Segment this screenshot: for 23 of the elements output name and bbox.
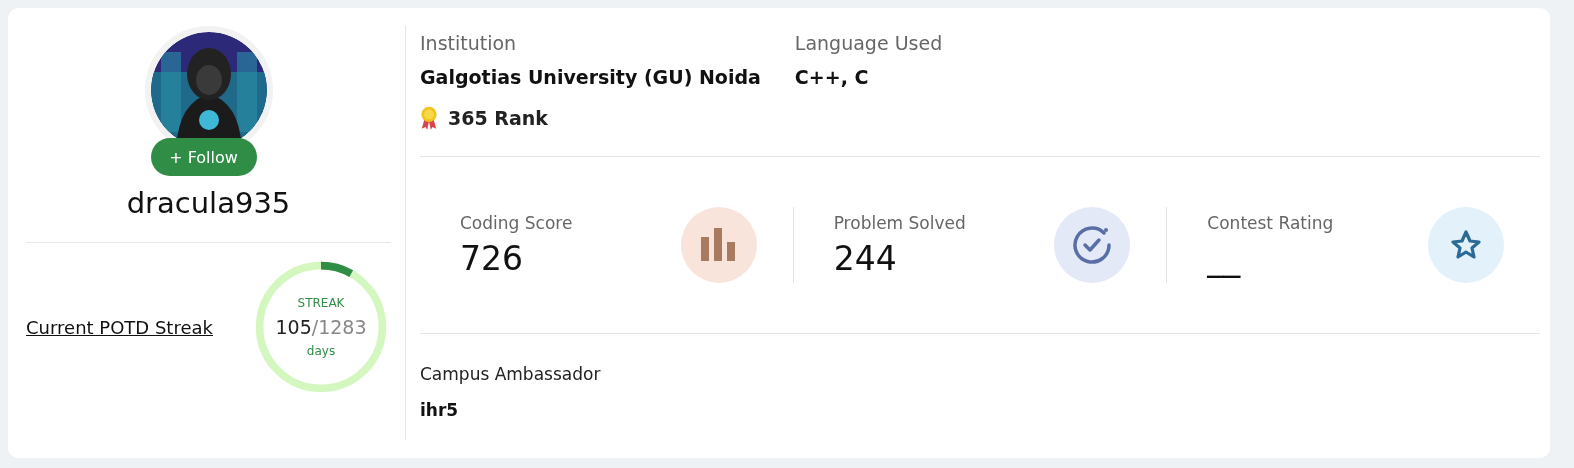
institution-label: Institution [420, 32, 518, 54]
streak-unit: days [306, 344, 336, 358]
check-circle-icon [1054, 207, 1131, 283]
username: dracula935 [126, 186, 291, 220]
stat-label: Contest Rating [1207, 212, 1334, 233]
stat-value: 726 [460, 238, 524, 278]
stat-label: Problem Solved [833, 212, 966, 233]
rank-text: 365 Rank [448, 107, 548, 129]
streak-caption: STREAK [297, 296, 345, 310]
medal-icon [420, 106, 438, 130]
streak-link[interactable]: Current POTD Streak [26, 316, 213, 338]
follow-button[interactable]: + Follow [150, 138, 257, 176]
stat-value: 244 [833, 238, 898, 278]
ambassador-value: ihr5 [420, 400, 460, 420]
streak-current: 105 [275, 316, 312, 338]
language-value: C++, C [794, 66, 870, 88]
stat-value: __ [1207, 238, 1242, 278]
stat-label: Coding Score [460, 212, 573, 233]
streak-total: /1283 [311, 316, 367, 338]
bar-chart-icon [680, 207, 757, 283]
language-label: Language Used [794, 32, 943, 54]
ambassador-label: Campus Ambassador [420, 364, 602, 384]
institution-name: Galgotias University (GU) Noida [420, 66, 761, 88]
